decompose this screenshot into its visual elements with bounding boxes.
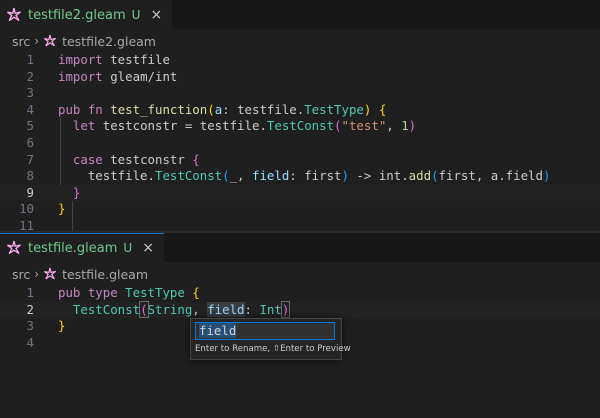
breadcrumb-file[interactable]: testfile2.gleam	[62, 34, 156, 49]
editor-group-top: testfile2.gleam U × src › testfile2.glea…	[0, 0, 600, 236]
breadcrumb-top: src › testfile2.gleam	[0, 30, 600, 52]
gleam-file-icon	[7, 7, 21, 22]
tab-filename: testfile.gleam	[28, 240, 118, 256]
code-editor-top[interactable]: 1 import testfile 2 import gleam/int 3 4 pu…	[0, 52, 600, 236]
rename-widget: field Enter to Rename, ⇧Enter to Preview	[190, 318, 351, 360]
code-line-current: 2 TestConst(String, field: Int)	[0, 300, 600, 319]
gleam-file-icon	[7, 240, 21, 255]
untracked-badge: U	[131, 8, 141, 22]
rename-target: field	[207, 301, 245, 317]
code-line: 6	[26, 134, 34, 150]
tab-testfile[interactable]: testfile.gleam U ×	[0, 233, 164, 262]
breadcrumb-bottom: src › testfile.gleam	[0, 263, 600, 285]
tab-testfile2[interactable]: testfile2.gleam U ×	[0, 0, 173, 29]
gleam-file-icon	[44, 34, 57, 47]
chevron-right-icon: ›	[34, 34, 40, 48]
code-line: 4 pub fn test_function(a: testfile.TestTy…	[26, 101, 387, 117]
code-line: 1 pub type TestType {	[26, 285, 200, 300]
code-line: 10}	[19, 201, 66, 217]
close-icon[interactable]: ×	[142, 240, 154, 256]
breadcrumb-folder[interactable]: src	[12, 34, 30, 49]
tab-filename: testfile2.gleam	[28, 7, 126, 23]
chevron-right-icon: ›	[34, 267, 40, 281]
code-line: 1 import testfile	[26, 52, 170, 67]
rename-input-value: field	[199, 323, 237, 338]
breadcrumb-folder[interactable]: src	[12, 267, 30, 282]
code-line: 5 let testconstr = testfile.TestConst("t…	[26, 118, 417, 134]
code-line: 3	[26, 85, 34, 101]
rename-input[interactable]: field	[195, 322, 335, 340]
code-line-current: 9 }	[0, 184, 600, 202]
tab-bar-bottom: testfile.gleam U ×	[0, 233, 600, 262]
gleam-file-icon	[44, 267, 57, 280]
rename-hint: Enter to Rename, ⇧Enter to Preview	[195, 344, 351, 354]
code-line: 8 testfile.TestConst(_, field: first) ->…	[26, 168, 551, 184]
code-line: 7 case testconstr {	[26, 151, 200, 167]
tab-bar-top: testfile2.gleam U ×	[0, 0, 600, 29]
close-icon[interactable]: ×	[150, 7, 162, 23]
code-line: 2 import gleam/int	[26, 68, 178, 84]
untracked-badge: U	[123, 241, 133, 255]
breadcrumb-file[interactable]: testfile.gleam	[62, 267, 148, 282]
